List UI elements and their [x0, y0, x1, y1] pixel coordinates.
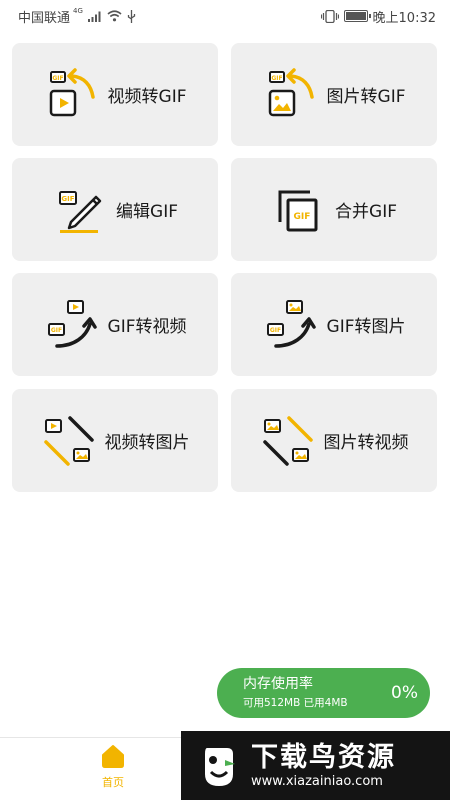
video-to-gif-label: 视频转GIF [107, 87, 187, 107]
edit-gif-label: 编辑GIF [116, 202, 178, 222]
watermark-url: www.xiazainiao.com [251, 773, 383, 789]
image-to-gif-icon: GIF [268, 67, 314, 116]
carrier-name: 中国联通 [18, 10, 71, 26]
memory-detail: 可用512MB 已用4MB [243, 697, 348, 709]
video-to-gif-icon: GIF [49, 67, 95, 116]
video-to-image-button[interactable]: 视频转图片 [12, 389, 218, 492]
usb-icon [127, 9, 136, 23]
memory-title: 内存使用率 [243, 676, 313, 692]
memory-percent: 0% [391, 683, 418, 703]
wifi-icon [107, 10, 122, 22]
image-to-gif-button[interactable]: GIF 图片转GIF [231, 43, 437, 146]
status-left: 中国联通 4G [18, 7, 136, 26]
gif-to-video-button[interactable]: GIF GIF转视频 [12, 273, 218, 376]
gif-to-image-icon: GIF [266, 299, 316, 348]
gif-to-video-label: GIF转视频 [107, 317, 187, 337]
video-to-gif-button[interactable]: GIF 视频转GIF [12, 43, 218, 146]
svg-text:GIF: GIF [269, 327, 280, 334]
memory-text: 内存使用率 可用512MB 已用4MB [243, 675, 348, 711]
nav-home[interactable]: 首页 [86, 744, 140, 798]
svg-text:GIF: GIF [61, 195, 74, 203]
image-to-video-label: 图片转视频 [323, 433, 409, 453]
memory-usage-widget[interactable]: 内存使用率 可用512MB 已用4MB 0% [217, 668, 430, 718]
watermark-title: 下载鸟资源 [251, 741, 396, 773]
video-to-image-label: 视频转图片 [104, 433, 190, 453]
video-to-image-icon [43, 415, 94, 466]
network-type: 4G [73, 7, 83, 15]
merge-gif-button[interactable]: GIF 合并GIF [231, 158, 437, 261]
clock: 晚上10:32 [372, 10, 436, 26]
gif-to-image-label: GIF转图片 [326, 317, 406, 337]
bird-logo-icon [205, 747, 235, 786]
svg-text:GIF: GIF [271, 75, 282, 82]
watermark: 下载鸟资源 www.xiazainiao.com [181, 731, 450, 800]
svg-text:GIF: GIF [294, 212, 311, 222]
edit-gif-icon: GIF [59, 190, 102, 233]
svg-text:GIF: GIF [52, 75, 63, 82]
svg-text:GIF: GIF [50, 327, 61, 334]
merge-gif-label: 合并GIF [335, 202, 397, 222]
status-right: 晚上10:32 [320, 7, 436, 26]
watermark-text: 下载鸟资源 www.xiazainiao.com [251, 742, 396, 790]
edit-gif-button[interactable]: GIF 编辑GIF [12, 158, 218, 261]
vibrate-icon [320, 9, 339, 23]
nav-home-label: 首页 [102, 776, 124, 789]
status-bar: 中国联通 4G 晚上10:32 [0, 0, 450, 32]
gif-to-video-icon: GIF [47, 299, 97, 348]
signal-icon [87, 11, 101, 22]
home-icon [102, 745, 124, 768]
image-to-video-button[interactable]: 图片转视频 [231, 389, 437, 492]
merge-gif-icon: GIF [278, 190, 318, 231]
image-to-video-icon [262, 415, 313, 466]
gif-to-image-button[interactable]: GIF GIF转图片 [231, 273, 437, 376]
battery-icon [343, 10, 371, 22]
image-to-gif-label: 图片转GIF [326, 87, 406, 107]
